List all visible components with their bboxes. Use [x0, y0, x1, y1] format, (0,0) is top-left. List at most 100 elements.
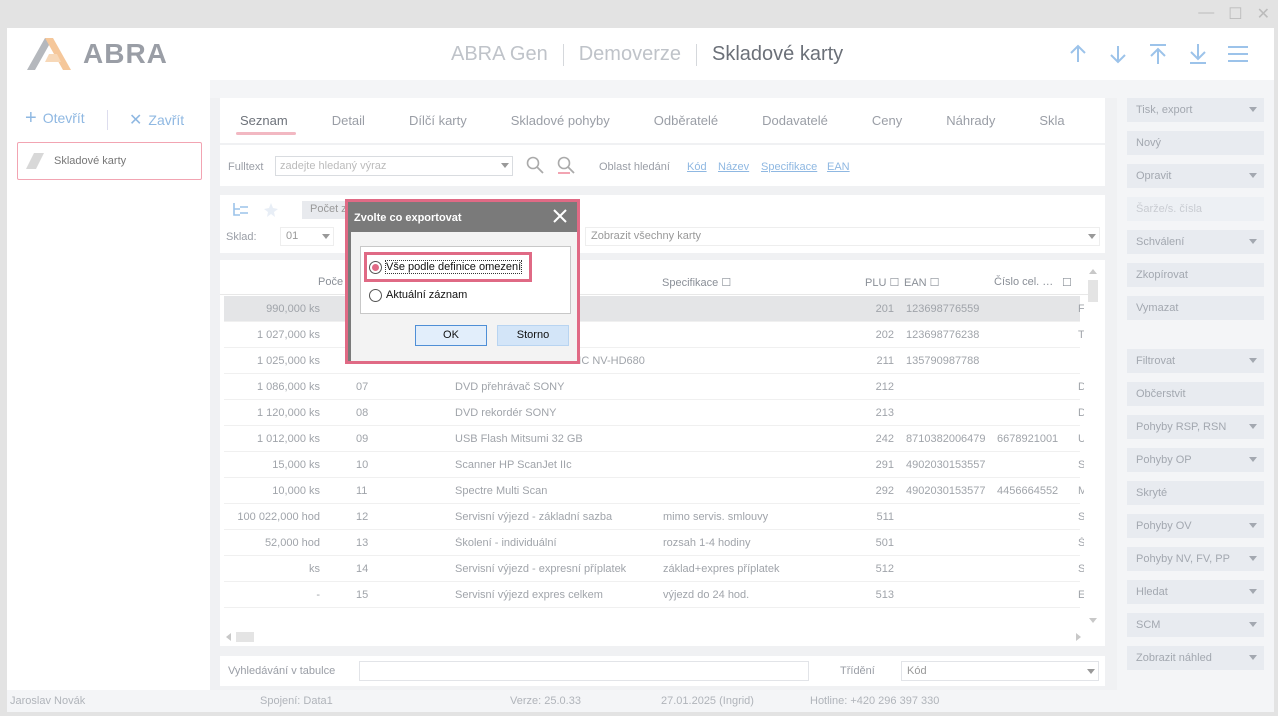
- column-header-spec[interactable]: Specifikace ☐: [662, 276, 731, 289]
- ok-button[interactable]: OK: [415, 325, 487, 346]
- sklad-select[interactable]: 01: [280, 227, 334, 246]
- column-header-ean[interactable]: EAN ☐: [904, 276, 940, 289]
- tree-view-icon[interactable]: [232, 202, 250, 218]
- cell-plu: 242: [875, 433, 894, 445]
- search-field-ean[interactable]: EAN: [827, 161, 850, 173]
- chevron-down-icon[interactable]: [1249, 523, 1257, 528]
- action-button-novy[interactable]: Nový: [1127, 131, 1264, 155]
- status-bar: Jaroslav Novák Spojení: Data1 Verze: 25.…: [7, 690, 1274, 712]
- action-button-zkopirovat[interactable]: Zkopírovat: [1127, 263, 1264, 287]
- search-field-nazev[interactable]: Název: [718, 161, 749, 173]
- action-label: Zkopírovat: [1136, 269, 1188, 281]
- chevron-down-icon[interactable]: [1249, 424, 1257, 429]
- column-header-menu[interactable]: ☐: [1062, 276, 1072, 289]
- action-button-zobrazit-nahled[interactable]: Zobrazit náhled: [1127, 646, 1264, 670]
- search-field-specifikace[interactable]: Specifikace: [761, 161, 817, 173]
- cancel-button[interactable]: Storno: [497, 325, 569, 346]
- fulltext-input[interactable]: zadejte hledaný výraz: [275, 156, 513, 176]
- pin-icon[interactable]: [262, 202, 280, 218]
- action-button-tisk-export[interactable]: Tisk, export: [1127, 98, 1264, 122]
- radio-all-by-definition[interactable]: [369, 261, 382, 274]
- action-button-skryte[interactable]: Skryté: [1127, 481, 1264, 505]
- chevron-down-icon[interactable]: [1249, 556, 1257, 561]
- arrow-down-icon[interactable]: [1108, 42, 1128, 66]
- status-version: Verze: 25.0.33: [510, 695, 581, 707]
- tab-skla[interactable]: Skla: [1019, 98, 1088, 143]
- hamburger-menu-icon[interactable]: [1228, 42, 1248, 66]
- tab-skladove-pohyby[interactable]: Skladové pohyby: [491, 98, 634, 143]
- table-row[interactable]: 52,000 hod 13 Školení - individuální rozsah…: [224, 530, 1084, 556]
- action-button-sarze-s-cisla[interactable]: Šarže/s. čísla: [1127, 197, 1264, 221]
- table-row[interactable]: 15,000 ks 10 Scanner HP ScanJet IIc 291 4902…: [224, 452, 1084, 478]
- action-label: Hledat: [1136, 586, 1168, 598]
- table-search-input[interactable]: [359, 661, 809, 681]
- breadcrumb-app[interactable]: ABRA Gen: [451, 43, 548, 66]
- close-window-icon[interactable]: ✕: [1257, 4, 1270, 24]
- action-button-pohyby-ov[interactable]: Pohyby OV: [1127, 514, 1264, 538]
- column-header-cislo[interactable]: Číslo cel. …: [994, 276, 1053, 288]
- chevron-down-icon[interactable]: [1088, 234, 1096, 239]
- minimize-icon[interactable]: —: [1198, 4, 1214, 24]
- tab-seznam[interactable]: Seznam: [220, 98, 312, 143]
- chevron-down-icon[interactable]: [1249, 457, 1257, 462]
- close-icon[interactable]: [552, 208, 568, 224]
- table-row[interactable]: 100 022,000 hod 12 Servisní výjezd - zákla…: [224, 504, 1084, 530]
- action-button-schvaleni[interactable]: Schválení: [1127, 230, 1264, 254]
- action-label: Občerstvit: [1136, 388, 1186, 400]
- table-row[interactable]: 1 086,000 ks 07 DVD přehrávač SONY 212 D: [224, 374, 1084, 400]
- action-button-hledat[interactable]: Hledat: [1127, 580, 1264, 604]
- tab-odberatele[interactable]: Odběratelé: [634, 98, 742, 143]
- search-icon[interactable]: [526, 156, 544, 174]
- column-header-plu[interactable]: PLU ☐: [865, 276, 899, 289]
- chevron-down-icon[interactable]: [322, 234, 330, 239]
- action-button-pohyby-rsp-rsn[interactable]: Pohyby RSP, RSN: [1127, 415, 1264, 439]
- table-row[interactable]: - 15 Servisní výjezd expres celkem výjezd d…: [224, 582, 1084, 608]
- chevron-down-icon[interactable]: [1087, 669, 1095, 674]
- action-button-pohyby-op[interactable]: Pohyby OP: [1127, 448, 1264, 472]
- arrow-up-icon[interactable]: [1068, 42, 1088, 66]
- chevron-down-icon[interactable]: [1249, 239, 1257, 244]
- action-button-vymazat[interactable]: Vymazat: [1127, 296, 1264, 320]
- tab-dilci-karty[interactable]: Dílčí karty: [389, 98, 491, 143]
- tab-nahrady[interactable]: Náhrady: [926, 98, 1019, 143]
- table-row[interactable]: 1 012,000 ks 09 USB Flash Mitsumi 32 GB 242…: [224, 426, 1084, 452]
- tab-detail[interactable]: Detail: [312, 98, 389, 143]
- action-button-opravit[interactable]: Opravit: [1127, 164, 1264, 188]
- chevron-down-icon[interactable]: [501, 163, 509, 168]
- radio-current-record[interactable]: [369, 289, 382, 302]
- chevron-down-icon[interactable]: [1249, 655, 1257, 660]
- table-row[interactable]: 10,000 ks 11 Spectre Multi Scan 292 49020301…: [224, 478, 1084, 504]
- action-button-obcerstvit[interactable]: Občerstvit: [1127, 382, 1264, 406]
- search-reset-icon[interactable]: [557, 156, 575, 174]
- chevron-down-icon[interactable]: [1249, 107, 1257, 112]
- chevron-down-icon[interactable]: [1249, 358, 1257, 363]
- action-button-scm[interactable]: SCM: [1127, 613, 1264, 637]
- chevron-down-icon[interactable]: [1249, 589, 1257, 594]
- close-button[interactable]: ✕ Zavřít: [129, 110, 184, 130]
- table-row[interactable]: ks 14 Servisní výjezd - expresní příplatek…: [224, 556, 1084, 582]
- sidebar-item-skladove-karty[interactable]: Skladové karty: [17, 142, 202, 180]
- show-cards-select[interactable]: Zobrazit všechny karty: [585, 227, 1100, 246]
- tab-ceny[interactable]: Ceny: [852, 98, 926, 143]
- arrow-first-icon[interactable]: [1148, 42, 1168, 66]
- search-field-kod[interactable]: Kód: [687, 161, 707, 173]
- radio-label-current[interactable]: Aktuální záznam: [386, 289, 467, 301]
- cell-name: Servisní výjezd - základní sazba: [455, 511, 613, 523]
- horizontal-scrollbar[interactable]: [224, 630, 1084, 644]
- chevron-down-icon[interactable]: [1249, 622, 1257, 627]
- chevron-down-icon[interactable]: [1249, 173, 1257, 178]
- breadcrumb-company[interactable]: Demoverze: [579, 43, 681, 66]
- table-row[interactable]: 1 120,000 ks 08 DVD rekordér SONY 213 D: [224, 400, 1084, 426]
- tab-dodavatele[interactable]: Dodavatelé: [742, 98, 852, 143]
- status-connection: Spojení: Data1: [260, 695, 333, 707]
- action-button-filtrovat[interactable]: Filtrovat: [1127, 349, 1264, 373]
- maximize-icon[interactable]: ☐: [1228, 4, 1242, 24]
- column-header-count[interactable]: Poče: [318, 276, 343, 288]
- cell-count: ks: [309, 563, 320, 575]
- open-button[interactable]: + Otevřít: [25, 108, 85, 128]
- vertical-scrollbar[interactable]: [1087, 266, 1099, 628]
- arrow-last-icon[interactable]: [1188, 42, 1208, 66]
- sort-select[interactable]: Kód: [901, 661, 1099, 681]
- action-button-pohyby-nv-fv-pp[interactable]: Pohyby NV, FV, PP: [1127, 547, 1264, 571]
- radio-label-all[interactable]: Vše podle definice omezení: [384, 260, 523, 274]
